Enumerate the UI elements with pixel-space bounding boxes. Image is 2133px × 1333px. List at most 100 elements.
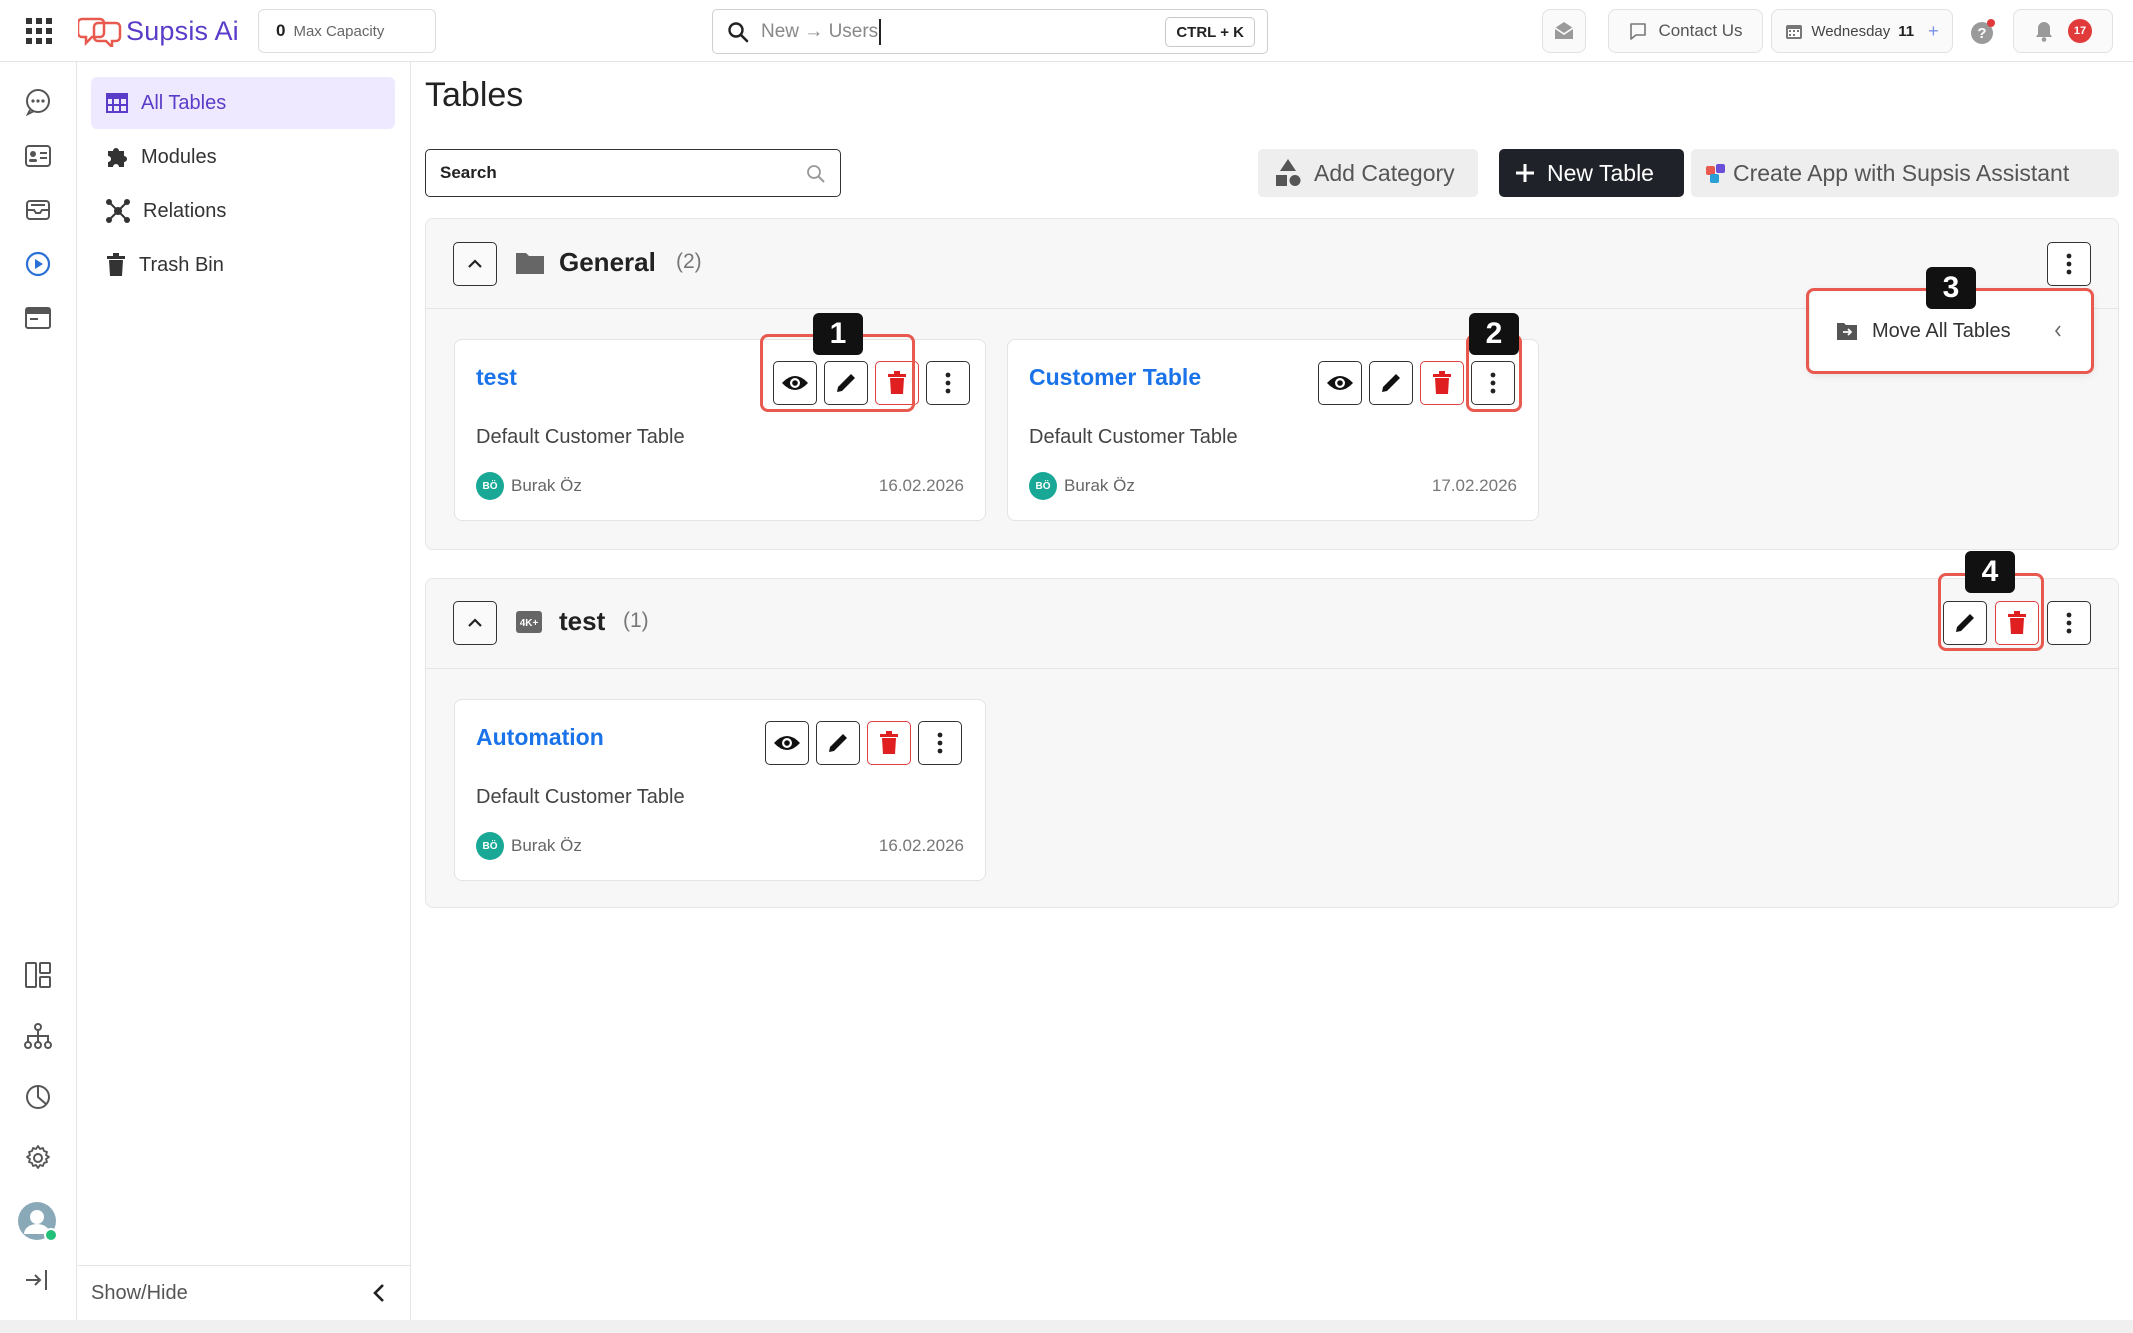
text-caret <box>879 18 882 45</box>
notification-count-badge: 17 <box>2068 19 2092 43</box>
category-test: 4K+ test (1) Automation Default Customer… <box>425 578 2119 908</box>
pie-chart-icon[interactable] <box>20 1079 56 1115</box>
callout-number-4: 4 <box>1965 551 2015 593</box>
trash-icon <box>107 253 125 276</box>
add-category-button[interactable]: Add Category <box>1258 149 1478 197</box>
svg-text:4K+: 4K+ <box>520 618 539 629</box>
sidebar-item-modules[interactable]: Modules <box>91 131 395 183</box>
logo-text: Supsis Ai <box>126 15 239 46</box>
callout-number-2: 2 <box>1469 313 1519 355</box>
inbox-button[interactable] <box>1542 9 1586 53</box>
apps-grid-icon[interactable] <box>22 14 56 48</box>
dashboard-layout-icon[interactable] <box>20 957 56 993</box>
logo-icon <box>78 17 122 47</box>
category-name: test <box>559 606 606 636</box>
collapse-sidebar-icon[interactable] <box>20 1262 56 1298</box>
category-count: (2) <box>676 250 702 273</box>
tables-search-placeholder: Search <box>440 163 497 182</box>
trash-icon <box>880 731 898 754</box>
global-search-placeholder: New → Users <box>761 20 879 42</box>
tables-search-input[interactable]: Search <box>425 149 841 197</box>
owner-avatar: BÖ <box>476 832 504 860</box>
settings-gear-icon[interactable] <box>20 1140 56 1176</box>
play-circle-icon[interactable] <box>20 246 56 282</box>
browser-window-icon[interactable] <box>20 300 56 336</box>
table-card-owner: Burak Öz <box>511 476 582 495</box>
callout-number-1: 1 <box>813 313 863 355</box>
category-menu-button[interactable] <box>2047 601 2091 645</box>
edit-table-button[interactable] <box>816 721 860 765</box>
hierarchy-icon[interactable] <box>20 1018 56 1054</box>
search-icon <box>728 21 749 42</box>
shapes-icon <box>1276 159 1301 186</box>
show-hide-label: Show/Hide <box>91 1281 188 1304</box>
table-card-title[interactable]: Customer Table <box>1029 364 1201 391</box>
add-event-icon[interactable]: + <box>1928 21 1939 42</box>
edit-table-button[interactable] <box>1369 361 1413 405</box>
delete-table-button[interactable] <box>1420 361 1464 405</box>
category-name: General <box>559 247 656 277</box>
sidebar-item-all-tables[interactable]: All Tables <box>91 77 395 129</box>
callout-number-3: 3 <box>1926 267 1976 309</box>
category-menu-button[interactable] <box>2047 242 2091 286</box>
contacts-card-icon[interactable] <box>20 138 56 174</box>
contact-us-button[interactable]: Contact Us <box>1608 9 1763 53</box>
bell-icon <box>2036 22 2052 42</box>
create-app-assistant-label: Create App with Supsis Assistant <box>1733 159 2070 186</box>
help-icon[interactable]: ? <box>1970 19 1996 45</box>
sidebar-item-trash-bin[interactable]: Trash Bin <box>91 239 395 291</box>
chevron-up-icon <box>468 259 482 268</box>
sidebar-item-label: All Tables <box>141 91 227 114</box>
sidebar-item-label: Relations <box>143 199 227 222</box>
table-card[interactable]: Customer Table Default Customer Table BÖ… <box>1007 339 1539 521</box>
table-more-button[interactable] <box>918 721 962 765</box>
category-count: (1) <box>623 609 649 632</box>
table-card-date: 16.02.2026 <box>878 476 964 495</box>
global-search-input[interactable]: New → Users CTRL + K <box>712 9 1268 54</box>
relations-icon <box>106 199 130 223</box>
capacity-label: Max Capacity <box>293 22 385 40</box>
table-card[interactable]: Automation Default Customer Table BÖ Bur… <box>454 699 986 881</box>
table-more-button[interactable] <box>926 361 970 405</box>
plus-icon <box>1516 164 1534 182</box>
collapse-category-button[interactable] <box>453 242 497 286</box>
table-card-title[interactable]: test <box>476 364 517 391</box>
user-avatar[interactable] <box>17 1201 59 1243</box>
search-shortcut-badge: CTRL + K <box>1165 17 1255 47</box>
puzzle-icon <box>108 148 127 167</box>
notifications-button[interactable]: 17 <box>2013 9 2113 53</box>
bottom-strip <box>0 1320 2133 1333</box>
folder-icon <box>516 253 544 274</box>
date-widget[interactable]: Wednesday 11 + <box>1771 9 1953 53</box>
date-day: 11 <box>1898 22 1915 40</box>
more-vertical-icon <box>2066 253 2072 275</box>
table-card-description: Default Customer Table <box>476 786 685 808</box>
more-vertical-icon <box>937 732 943 754</box>
eye-icon <box>1327 376 1353 390</box>
icon-rail <box>0 62 77 1320</box>
capacity-indicator[interactable]: 0 Max Capacity <box>258 9 436 53</box>
table-card-title[interactable]: Automation <box>476 724 604 751</box>
chat-icon[interactable] <box>20 84 56 120</box>
view-table-button[interactable] <box>765 721 809 765</box>
table-card-description: Default Customer Table <box>476 426 685 448</box>
create-app-assistant-button[interactable]: Create App with Supsis Assistant <box>1691 149 2119 197</box>
contact-us-label: Contact Us <box>1658 21 1743 40</box>
top-bar: Supsis Ai 0 Max Capacity New → Users CTR… <box>0 0 2133 62</box>
page-title: Tables <box>425 76 524 114</box>
table-card-date: 17.02.2026 <box>1431 476 1517 495</box>
new-table-button[interactable]: New Table <box>1499 149 1684 197</box>
logo[interactable]: Supsis Ai <box>78 12 239 50</box>
add-category-label: Add Category <box>1314 159 1455 186</box>
view-table-button[interactable] <box>1318 361 1362 405</box>
sidebar-item-relations[interactable]: Relations <box>91 185 395 237</box>
show-hide-toggle[interactable]: Show/Hide <box>78 1265 411 1320</box>
table-card-actions <box>765 721 962 765</box>
pencil-icon <box>829 734 847 752</box>
calendar-icon <box>1786 25 1803 39</box>
collapse-category-button[interactable] <box>453 601 497 645</box>
date-weekday: Wednesday <box>1811 22 1891 40</box>
sidebar-item-label: Trash Bin <box>139 253 224 276</box>
inbox-tray-icon[interactable] <box>20 192 56 228</box>
delete-table-button[interactable] <box>867 721 911 765</box>
